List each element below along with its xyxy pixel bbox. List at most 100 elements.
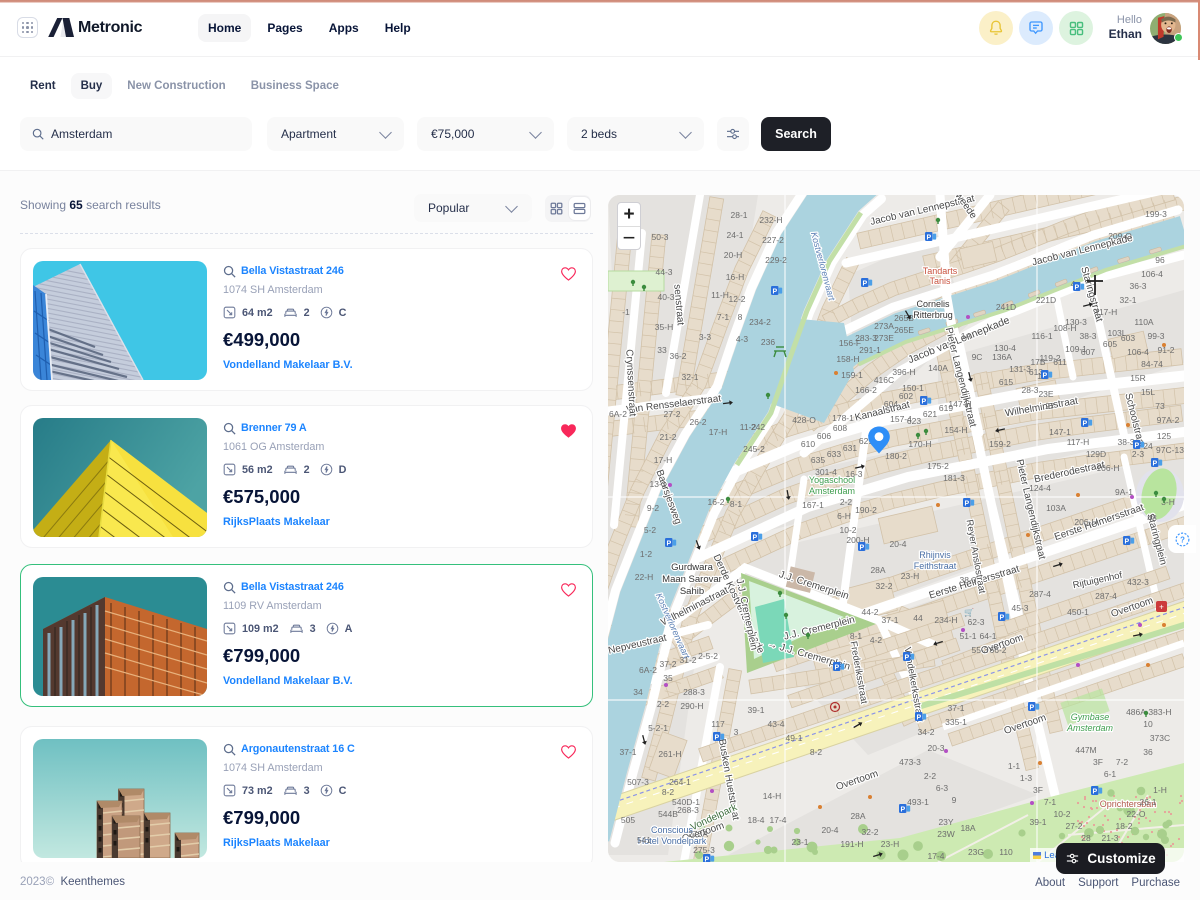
svg-text:18-4: 18-4 xyxy=(747,815,764,825)
svg-text:428-O: 428-O xyxy=(792,415,816,425)
svg-text:8-2: 8-2 xyxy=(810,747,823,757)
svg-text:191-H: 191-H xyxy=(840,839,863,849)
svg-text:20-H: 20-H xyxy=(724,250,742,260)
svg-text:154-H: 154-H xyxy=(944,425,967,435)
svg-text:287-4: 287-4 xyxy=(1095,591,1117,601)
svg-text:84-74: 84-74 xyxy=(1141,359,1163,369)
svg-text:P: P xyxy=(834,665,839,672)
svg-text:206-H: 206-H xyxy=(1074,517,1097,527)
svg-text:241D: 241D xyxy=(996,302,1016,312)
svg-text:540D-1: 540D-1 xyxy=(672,797,700,807)
svg-text:621: 621 xyxy=(923,409,937,419)
svg-text:209-O: 209-O xyxy=(1108,231,1132,241)
svg-text:10: 10 xyxy=(1143,719,1153,729)
svg-text:20-3: 20-3 xyxy=(927,743,944,753)
svg-text:140A: 140A xyxy=(928,363,948,373)
svg-text:9A-1: 9A-1 xyxy=(1115,487,1133,497)
svg-text:17-H: 17-H xyxy=(654,455,672,465)
svg-text:27-2: 27-2 xyxy=(1065,821,1082,831)
svg-text:131-3: 131-3 xyxy=(1009,364,1031,374)
svg-text:18A: 18A xyxy=(960,823,975,833)
svg-text:335-1: 335-1 xyxy=(945,717,967,727)
svg-text:P: P xyxy=(1074,285,1079,292)
svg-text:4-3: 4-3 xyxy=(736,334,749,344)
svg-text:66-2: 66-2 xyxy=(989,645,1006,655)
svg-text:287-4: 287-4 xyxy=(1029,589,1051,599)
svg-text:96: 96 xyxy=(1155,255,1165,265)
svg-text:541: 541 xyxy=(637,835,651,845)
svg-text:17-4: 17-4 xyxy=(769,815,786,825)
svg-text:36: 36 xyxy=(1143,747,1153,757)
svg-text:50-3: 50-3 xyxy=(651,232,668,242)
svg-text:P: P xyxy=(862,281,867,288)
svg-text:45-3: 45-3 xyxy=(1011,603,1028,613)
svg-text:109-1: 109-1 xyxy=(1065,344,1087,354)
svg-text:Feithstraat: Feithstraat xyxy=(914,561,957,571)
svg-text:301-4: 301-4 xyxy=(815,467,837,477)
svg-text:544B: 544B xyxy=(658,809,678,819)
svg-text:383-H: 383-H xyxy=(1148,707,1171,717)
svg-text:17-4: 17-4 xyxy=(927,851,944,861)
svg-text:32-1: 32-1 xyxy=(1119,295,1136,305)
svg-text:Amsterdam: Amsterdam xyxy=(809,486,855,496)
svg-text:229-2: 229-2 xyxy=(765,255,787,265)
svg-text:P: P xyxy=(904,655,909,662)
svg-text:190-2: 190-2 xyxy=(855,505,877,515)
svg-text:473-3: 473-3 xyxy=(899,757,921,767)
svg-text:16-2: 16-2 xyxy=(707,497,724,507)
svg-text:21-3: 21-3 xyxy=(1101,833,1118,843)
svg-text:159-1: 159-1 xyxy=(841,370,863,380)
svg-text:604: 604 xyxy=(884,399,898,409)
svg-text:22-H: 22-H xyxy=(635,572,653,582)
svg-text:P: P xyxy=(1092,789,1097,796)
svg-text:20-4: 20-4 xyxy=(889,539,906,549)
svg-text:10-2: 10-2 xyxy=(1053,809,1070,819)
svg-text:103L: 103L xyxy=(1108,328,1127,338)
svg-text:28-3: 28-3 xyxy=(1021,385,1038,395)
svg-text:35-H: 35-H xyxy=(655,322,673,332)
svg-text:16-H: 16-H xyxy=(726,272,744,282)
svg-text:6-H: 6-H xyxy=(837,511,851,521)
svg-text:125: 125 xyxy=(1157,431,1171,441)
svg-text:P: P xyxy=(921,399,926,406)
svg-text:🛒: 🛒 xyxy=(964,607,974,617)
svg-text:9-2: 9-2 xyxy=(647,503,660,513)
svg-text:432-3: 432-3 xyxy=(1127,577,1149,587)
svg-text:36-2: 36-2 xyxy=(669,351,686,361)
svg-text:64-1: 64-1 xyxy=(979,631,996,641)
svg-text:283-3: 283-3 xyxy=(855,333,877,343)
svg-text:P: P xyxy=(666,541,671,548)
svg-text:615: 615 xyxy=(999,377,1013,387)
svg-text:5-2-1: 5-2-1 xyxy=(648,723,668,733)
svg-text:124-4: 124-4 xyxy=(1029,483,1051,493)
svg-text:22-O: 22-O xyxy=(1127,809,1146,819)
svg-text:106-4: 106-4 xyxy=(1141,269,1163,279)
svg-text:Tanis: Tanis xyxy=(929,276,951,286)
svg-text:P: P xyxy=(900,807,905,814)
svg-text:P: P xyxy=(859,545,864,552)
svg-text:P: P xyxy=(772,289,777,296)
svg-text:117: 117 xyxy=(711,719,725,729)
svg-text:23G: 23G xyxy=(968,847,984,857)
svg-text:7-2: 7-2 xyxy=(1116,757,1129,767)
svg-text:273A: 273A xyxy=(874,321,894,331)
svg-text:28: 28 xyxy=(1081,833,1091,843)
svg-text:40-3: 40-3 xyxy=(657,292,674,302)
svg-text:116-1: 116-1 xyxy=(1031,331,1052,341)
svg-text:28A: 28A xyxy=(870,565,885,575)
svg-text:232-H: 232-H xyxy=(759,215,782,225)
svg-text:35: 35 xyxy=(663,673,673,683)
svg-text:27: 27 xyxy=(1045,401,1055,411)
svg-text:117-H: 117-H xyxy=(1067,437,1090,447)
svg-text:631: 631 xyxy=(843,443,857,453)
svg-text:37-2: 37-2 xyxy=(659,659,676,669)
svg-text:P: P xyxy=(1042,373,1047,380)
svg-text:33: 33 xyxy=(657,345,667,355)
svg-text:P: P xyxy=(926,235,931,242)
svg-text:49-1: 49-1 xyxy=(785,733,802,743)
svg-text:37-1: 37-1 xyxy=(619,747,636,757)
svg-text:9C: 9C xyxy=(972,352,983,362)
svg-text:234-H: 234-H xyxy=(934,615,957,625)
svg-text:1-2: 1-2 xyxy=(640,549,653,559)
svg-text:288-3: 288-3 xyxy=(683,687,705,697)
